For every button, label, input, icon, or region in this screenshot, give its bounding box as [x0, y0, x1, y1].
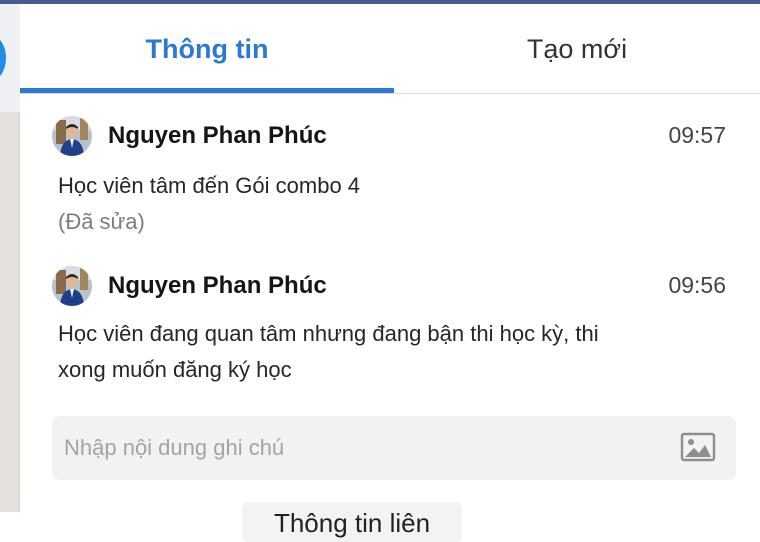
note-author: Nguyen Phan Phúc: [108, 272, 327, 299]
avatar-photo-icon: [52, 266, 92, 306]
note-text-line: Học viên đang quan tâm nhưng đang bận th…: [58, 321, 599, 346]
note-item: Nguyen Phan Phúc 09:56 Học viên đang qua…: [52, 266, 732, 388]
note-time: 09:56: [668, 272, 726, 298]
note-header: Nguyen Phan Phúc 09:56: [52, 266, 732, 310]
active-tab-indicator: [20, 88, 394, 93]
note-input[interactable]: [64, 424, 664, 472]
note-input-box: [52, 416, 736, 480]
note-header: Nguyen Phan Phúc 09:57: [52, 116, 732, 160]
avatar-photo-icon: [52, 116, 92, 156]
tab-bar: Thông tin Tạo mới: [20, 4, 760, 94]
avatar: [52, 266, 92, 306]
tab-create-new[interactable]: Tạo mới: [394, 4, 760, 94]
note-author: Nguyen Phan Phúc: [108, 122, 327, 149]
left-side-panel-edge: [0, 4, 20, 512]
contact-info-button[interactable]: Thông tin liên: [242, 502, 462, 542]
note-text: Học viên tâm đến Gói combo 4: [58, 173, 361, 198]
image-icon[interactable]: [680, 432, 716, 462]
avatar: [52, 116, 92, 156]
notes-panel: Thông tin Tạo mới Nguyen Phan Phúc 09:57: [20, 4, 760, 542]
tab-info[interactable]: Thông tin: [20, 4, 394, 94]
note-text-line: xong muốn đăng ký học: [58, 357, 292, 382]
note-time: 09:57: [668, 122, 726, 148]
edited-label: (Đã sửa): [58, 209, 145, 234]
note-item: Nguyen Phan Phúc 09:57 Học viên tâm đến …: [52, 116, 732, 240]
